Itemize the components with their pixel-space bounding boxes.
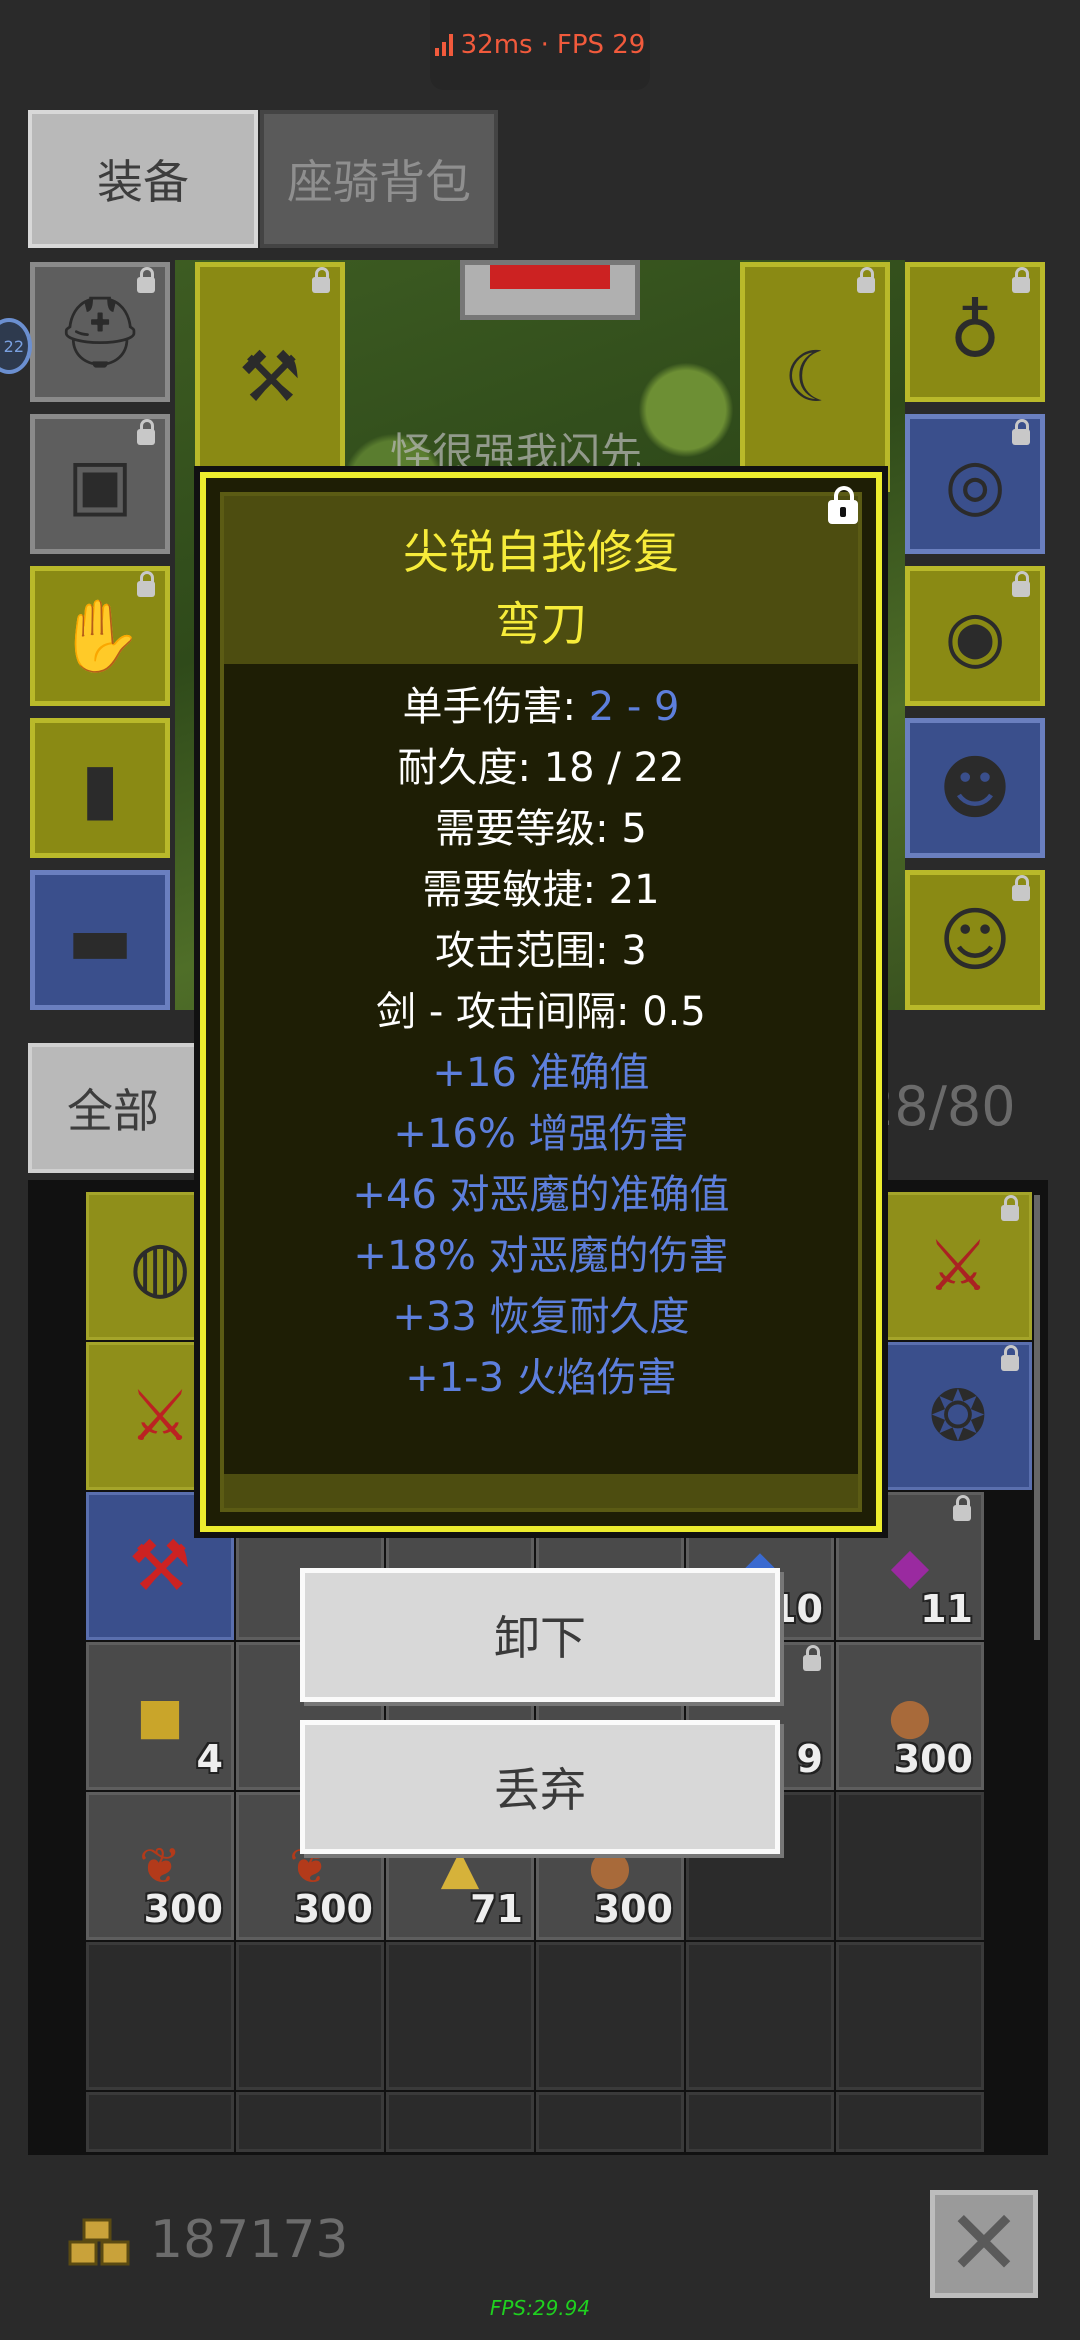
fps-footer: FPS:29.94: [489, 2296, 591, 2320]
stat-damage: 单手伤害: 2 - 9: [206, 674, 876, 732]
equip-slot-weapon-right[interactable]: ☾: [740, 262, 890, 492]
bonus-stat: +33 恢复耐久度: [392, 1294, 690, 1340]
inventory-slot[interactable]: ● 300: [836, 1642, 984, 1790]
inventory-slot[interactable]: [536, 1942, 684, 2090]
unequip-button[interactable]: 卸下: [300, 1568, 780, 1702]
pet-icon: ☺: [938, 899, 1012, 981]
tab-mount-bag[interactable]: 座骑背包: [260, 110, 498, 248]
equip-slot-amulet[interactable]: ♁: [905, 262, 1045, 402]
stat-value: 2 - 9: [588, 684, 680, 730]
item-quantity: 9: [796, 1737, 823, 1781]
bonus-stat: +1-3 火焰伤害: [405, 1355, 677, 1401]
item-quantity: 4: [196, 1737, 223, 1781]
item-quantity: 300: [293, 1887, 373, 1931]
bonus-stat: +16 准确值: [432, 1050, 650, 1096]
pet-icon: ☻: [938, 747, 1012, 829]
fps-text: FPS 29: [556, 30, 646, 60]
stat-required-dex: 需要敏捷: 21: [422, 867, 660, 913]
lock-icon: [803, 1645, 821, 1671]
filter-all-button[interactable]: 全部: [28, 1043, 198, 1173]
boots-icon: ▮: [80, 747, 120, 829]
inventory-slot[interactable]: ❂: [884, 1342, 1032, 1490]
close-button[interactable]: ✕: [930, 2190, 1038, 2298]
stat-required-level: 需要等级: 5: [435, 806, 647, 852]
inventory-slot[interactable]: [86, 2092, 234, 2152]
item-quantity: 11: [920, 1587, 973, 1631]
equip-slot-belt[interactable]: ▬: [30, 870, 170, 1010]
inventory-slot[interactable]: [386, 2092, 534, 2152]
amulet-icon: ♁: [949, 291, 1001, 373]
amulet-icon: ❂: [928, 1375, 988, 1457]
item-quantity: 300: [143, 1887, 223, 1931]
item-quantity: 300: [593, 1887, 673, 1931]
bag-capacity: 28/80: [860, 1075, 1016, 1138]
shrine-icon: [460, 260, 640, 320]
bag-scrollbar[interactable]: [1034, 1195, 1040, 1640]
inventory-slot[interactable]: [836, 1942, 984, 2090]
discard-button[interactable]: 丢弃: [300, 1720, 780, 1854]
equip-slot-armor[interactable]: ▣: [30, 414, 170, 554]
latency-text: 32ms: [460, 30, 533, 60]
scimitar-icon: ☾: [783, 336, 847, 418]
equip-slot-pet-2[interactable]: ☺: [905, 870, 1045, 1010]
item-tooltip: 尖锐自我修复 弯刀 单手伤害: 2 - 9 耐久度: 18 / 22 需要等级:…: [194, 466, 888, 1538]
sword-icon: ⚔: [926, 1225, 990, 1307]
equip-slot-boots[interactable]: ▮: [30, 718, 170, 858]
item-type: 弯刀: [495, 597, 587, 651]
inventory-slot[interactable]: [236, 2092, 384, 2152]
bonus-stat: +16% 增强伤害: [393, 1111, 689, 1157]
inventory-slot[interactable]: [86, 1942, 234, 2090]
equip-slot-helmet[interactable]: ⛑: [30, 262, 170, 402]
pickaxe-icon: ⚒: [238, 336, 302, 418]
inventory-slot[interactable]: ⚔: [884, 1192, 1032, 1340]
stat-attack-range: 攻击范围: 3: [435, 928, 647, 974]
bonus-stat: +18% 对恶魔的伤害: [353, 1233, 729, 1279]
tooltip-footer: [224, 1474, 858, 1508]
close-icon: ✕: [946, 2191, 1022, 2296]
inventory-slot[interactable]: [536, 2092, 684, 2152]
tab-equipment[interactable]: 装备: [28, 110, 258, 248]
stat-durability: 耐久度: 18 / 22: [397, 745, 685, 791]
inventory-slot[interactable]: [236, 1942, 384, 2090]
ring-icon: ◉: [944, 595, 1006, 677]
item-quantity: 71: [470, 1887, 523, 1931]
inventory-slot[interactable]: [686, 1942, 834, 2090]
stat-label: 单手伤害:: [402, 684, 589, 730]
equip-slot-ring-2[interactable]: ◉: [905, 566, 1045, 706]
item-quantity: 300: [893, 1737, 973, 1781]
equip-slot-ring-1[interactable]: ◎: [905, 414, 1045, 554]
signal-icon: [434, 34, 453, 56]
belt-icon: ▬: [66, 899, 134, 981]
inventory-slot[interactable]: ❦ 300: [86, 1792, 234, 1940]
bonus-stat: +46 对恶魔的准确值: [352, 1172, 730, 1218]
inventory-slot[interactable]: [686, 2092, 834, 2152]
stat-attack-interval: 剑 - 攻击间隔: 0.5: [376, 989, 706, 1035]
status-bar: 32ms · FPS 29: [430, 0, 650, 90]
gold-coins-icon: [68, 2218, 130, 2266]
helmet-icon: ⛑: [55, 290, 145, 373]
equip-slot-weapon-left[interactable]: ⚒: [195, 262, 345, 492]
ring-icon: ◎: [944, 443, 1006, 525]
equip-slot-pet-1[interactable]: ☻: [905, 718, 1045, 858]
inventory-slot[interactable]: [386, 1942, 534, 2090]
separator: ·: [540, 30, 549, 60]
inventory-slot[interactable]: [836, 1792, 984, 1940]
gold-amount: 187173: [150, 2210, 349, 2270]
inventory-slot[interactable]: [836, 2092, 984, 2152]
inventory-slot[interactable]: ■ 4: [86, 1642, 234, 1790]
armor-icon: ▣: [66, 443, 134, 525]
item-name: 尖锐自我修复: [403, 525, 679, 579]
side-level-badge[interactable]: 22: [0, 318, 32, 374]
equip-slot-gloves[interactable]: ✋: [30, 566, 170, 706]
gloves-icon: ✋: [56, 594, 144, 677]
